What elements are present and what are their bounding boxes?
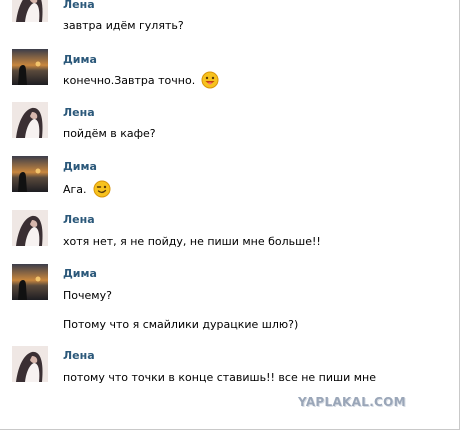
author-name[interactable]: Лена	[63, 0, 95, 11]
author-name[interactable]: Дима	[63, 160, 97, 173]
message-text: пойдём в кафе?	[63, 127, 156, 140]
wink-smiley-icon	[93, 180, 111, 201]
avatar-lena[interactable]	[12, 346, 48, 382]
watermark: YAPLAKAL.COM	[298, 395, 406, 409]
author-name[interactable]: Лена	[63, 349, 95, 362]
message-text: конечно.Завтра точно.	[63, 71, 219, 92]
avatar-lena[interactable]	[12, 0, 48, 22]
avatar-lena[interactable]	[12, 210, 48, 246]
author-name[interactable]: Лена	[63, 106, 95, 119]
message-text-content: Ага.	[63, 183, 87, 196]
message-text: потому что точки в конце ставишь!! все н…	[63, 371, 376, 384]
avatar-dima[interactable]	[12, 156, 48, 192]
avatar-lena[interactable]	[12, 102, 48, 138]
message-text-content: конечно.Завтра точно.	[63, 74, 196, 87]
message-text: завтра идём гулять?	[63, 19, 184, 32]
author-name[interactable]: Дима	[63, 53, 97, 66]
avatar-dima[interactable]	[12, 49, 48, 85]
message-text: хотя нет, я не пойду, не пиши мне больше…	[63, 235, 321, 248]
author-name[interactable]: Лена	[63, 213, 95, 226]
message-text: Почему?	[63, 289, 112, 302]
grin-smiley-icon	[201, 71, 219, 92]
message-text: Ага.	[63, 180, 111, 201]
avatar-dima[interactable]	[12, 264, 48, 300]
author-name[interactable]: Дима	[63, 267, 97, 280]
message-text: Потому что я смайлики дурацкие шлю?)	[63, 318, 299, 331]
